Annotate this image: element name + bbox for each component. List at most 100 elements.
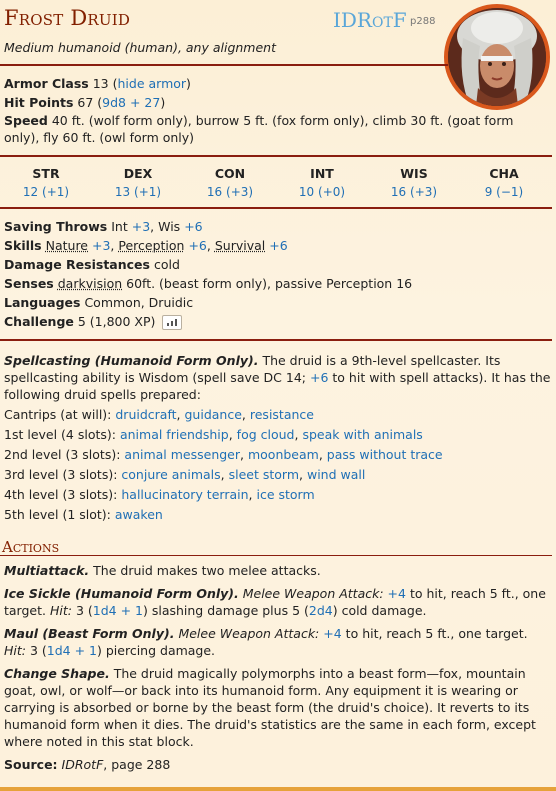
action-change-shape: Change Shape. The druid magically polymo… — [4, 665, 552, 750]
damage-roll-link[interactable]: 1d4 + 1 — [93, 603, 143, 618]
source-page: p288 — [410, 16, 436, 27]
darkvision-term[interactable]: darkvision — [58, 276, 122, 291]
damage-text: ) cold damage. — [332, 603, 427, 618]
spell-level-label: Cantrips (at will): — [4, 407, 112, 422]
damage-resistances-row: Damage Resistances cold — [4, 255, 552, 274]
challenge-row: Challenge 5 (1,800 XP) — [4, 312, 552, 331]
actions-divider — [0, 555, 552, 556]
damage-text: 3 ( — [75, 603, 93, 618]
skill-perception[interactable]: Perception — [118, 238, 184, 253]
senses-value: 60ft. (beast form only), passive Percept… — [126, 276, 413, 291]
damage-roll-link[interactable]: 2d4 — [309, 603, 333, 618]
spell-link[interactable]: druidcraft — [115, 407, 176, 422]
traits: Saving Throws Int +3, Wis +6 Skills Natu… — [4, 217, 552, 331]
ability-name: CON — [214, 166, 246, 181]
skill-nature-roll-link[interactable]: +3 — [92, 238, 110, 253]
skill-perception-roll-link[interactable]: +6 — [188, 238, 206, 253]
spell-level-label: 1st level (4 slots): — [4, 427, 116, 442]
spell-link[interactable]: pass without trace — [327, 447, 443, 462]
spell-level-3: 3rd level (3 slots): conjure animals, sl… — [4, 467, 366, 482]
attack-roll-link[interactable]: +4 — [388, 586, 406, 601]
hit-label: Hit: — [49, 603, 72, 618]
hit-points-row: Hit Points 67 (9d8 + 27) — [4, 95, 166, 110]
spell-attack-roll-link[interactable]: +6 — [310, 370, 328, 385]
ability-roll-link[interactable]: 9 (−1) — [458, 185, 550, 199]
skill-survival-roll-link[interactable]: +6 — [269, 238, 287, 253]
spell-link[interactable]: sleet storm — [229, 467, 299, 482]
spell-link[interactable]: conjure animals — [121, 467, 220, 482]
source-tag-link[interactable]: IDRotF — [333, 8, 407, 32]
skill-survival[interactable]: Survival — [215, 238, 265, 253]
action-title: Ice Sickle (Humanoid Form Only). — [4, 586, 239, 601]
save-int-roll-link[interactable]: +3 — [132, 219, 150, 234]
damage-text: ) slashing damage plus 5 ( — [142, 603, 309, 618]
spell-level-4: 4th level (3 slots): hallucinatory terra… — [4, 487, 315, 502]
senses-row: Senses darkvision 60ft. (beast form only… — [4, 274, 552, 293]
header-divider — [0, 64, 448, 66]
hide-armor-link[interactable]: hide armor — [118, 76, 187, 91]
save-wis-label: , Wis — [150, 219, 181, 234]
hit-dice-roll-link[interactable]: 9d8 + 27 — [102, 95, 160, 110]
armor-class-value: 13 — [92, 76, 109, 91]
languages-value: Common, Druidic — [84, 295, 194, 310]
save-int-label: Int — [111, 219, 128, 234]
hit-points-label: Hit Points — [4, 95, 74, 110]
spell-link[interactable]: animal messenger — [124, 447, 240, 462]
skill-nature[interactable]: Nature — [46, 238, 88, 253]
abilities-bottom-divider — [0, 207, 552, 209]
action-maul: Maul (Beast Form Only). Melee Weapon Att… — [4, 625, 552, 659]
spell-level-label: 2nd level (3 slots): — [4, 447, 121, 462]
spell-level-1: 1st level (4 slots): animal friendship, … — [4, 427, 423, 442]
ability-name: DEX — [123, 166, 153, 181]
spell-link[interactable]: guidance — [185, 407, 242, 422]
armor-class-row: Armor Class 13 (hide armor) — [4, 76, 191, 91]
basic-stats: Armor Class 13 (hide armor) Hit Points 6… — [4, 74, 552, 146]
ability-roll-link[interactable]: 12 (+1) — [0, 185, 92, 199]
damage-roll-link[interactable]: 1d4 + 1 — [47, 643, 97, 658]
damage-resistances-label: Damage Resistances — [4, 257, 150, 272]
bar-chart-icon[interactable] — [162, 315, 183, 330]
spell-link[interactable]: wind wall — [307, 467, 365, 482]
creature-name: Frost Druid — [4, 6, 131, 30]
spell-link[interactable]: resistance — [250, 407, 314, 422]
spell-link[interactable]: hallucinatory terrain — [121, 487, 248, 502]
hit-label: Hit: — [4, 643, 26, 658]
armor-class-label: Armor Class — [4, 76, 89, 91]
ability-roll-link[interactable]: 13 (+1) — [92, 185, 184, 199]
speed-label: Speed — [4, 113, 48, 128]
action-ice-sickle: Ice Sickle (Humanoid Form Only). Melee W… — [4, 585, 552, 619]
spellcasting-section: Spellcasting (Humanoid Form Only). The d… — [4, 352, 552, 525]
spell-level-2: 2nd level (3 slots): animal messenger, m… — [4, 447, 443, 462]
damage-text: ) piercing damage. — [97, 643, 216, 658]
action-multiattack: Multiattack. The druid makes two melee a… — [4, 562, 552, 579]
save-wis-roll-link[interactable]: +6 — [184, 219, 202, 234]
spell-link[interactable]: moonbeam — [248, 447, 319, 462]
abilities-top-divider — [0, 155, 552, 157]
action-text: The druid makes two melee attacks. — [93, 563, 321, 578]
ability-name: CHA — [489, 166, 519, 181]
languages-row: Languages Common, Druidic — [4, 293, 552, 312]
ability-roll-link[interactable]: 16 (+3) — [184, 185, 276, 199]
spell-link[interactable]: fog cloud — [237, 427, 295, 442]
creature-meta: Medium humanoid (human), any alignment — [4, 40, 276, 55]
attack-type: Melee Weapon Attack: — [178, 626, 320, 641]
attack-roll-link[interactable]: +4 — [323, 626, 341, 641]
ability-roll-link[interactable]: 16 (+3) — [368, 185, 460, 199]
attack-reach: to hit, reach 5 ft., one target. — [345, 626, 528, 641]
source-page-text: , page 288 — [103, 757, 171, 772]
ability-name: STR — [32, 166, 60, 181]
spell-link[interactable]: awaken — [115, 507, 163, 522]
action-title: Maul (Beast Form Only). — [4, 626, 175, 641]
ability-roll-link[interactable]: 10 (+0) — [276, 185, 368, 199]
challenge-value: 5 (1,800 XP) — [77, 314, 156, 329]
spell-level-label: 4th level (3 slots): — [4, 487, 118, 502]
saving-throws-label: Saving Throws — [4, 219, 108, 234]
action-title: Change Shape. — [4, 666, 110, 681]
challenge-label: Challenge — [4, 314, 74, 329]
languages-label: Languages — [4, 295, 81, 310]
spell-link[interactable]: speak with animals — [302, 427, 422, 442]
spell-link[interactable]: ice storm — [256, 487, 314, 502]
spell-link[interactable]: animal friendship — [120, 427, 229, 442]
traits-divider — [0, 339, 552, 341]
ability-name: INT — [310, 166, 334, 181]
